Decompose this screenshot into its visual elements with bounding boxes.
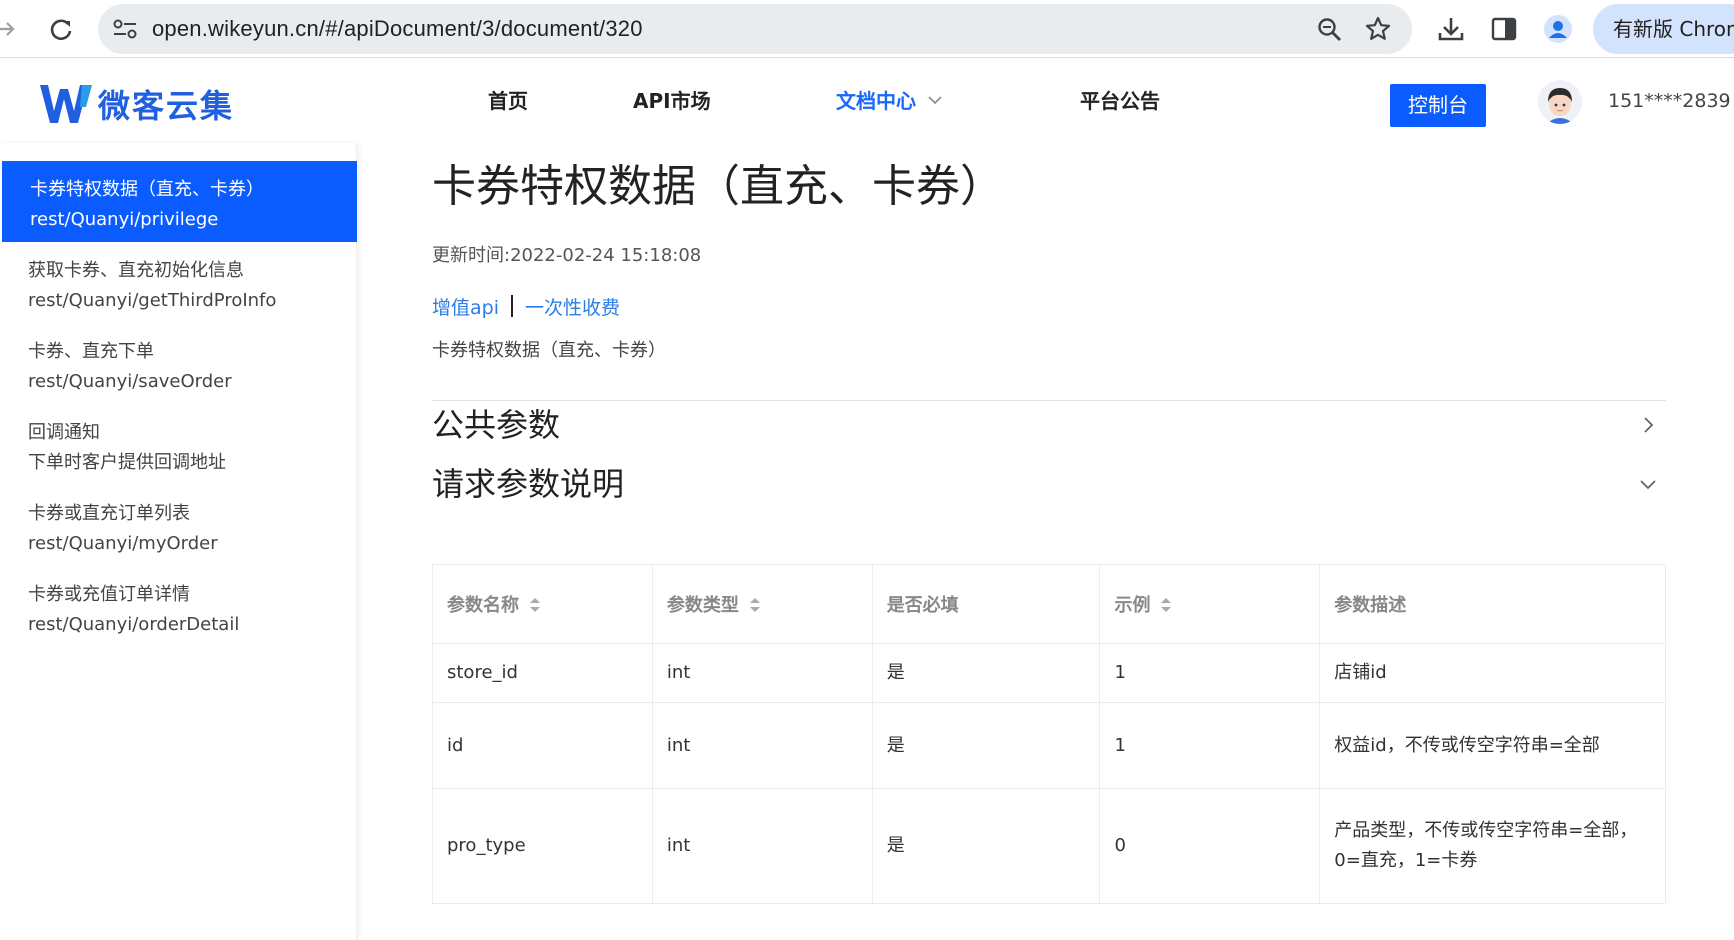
- update-time: 更新时间:2022-02-24 15:18:08: [432, 245, 702, 266]
- cell-description: 店铺id: [1319, 643, 1666, 703]
- table-row: store_id int 是 1 店铺id: [432, 643, 1666, 703]
- brand-logo[interactable]: 微客云集: [38, 81, 234, 127]
- site-settings-icon[interactable]: [112, 17, 138, 41]
- sidebar-item-title: 卡券或充值订单详情: [28, 584, 190, 605]
- column-header-required: 是否必填: [871, 564, 1101, 644]
- section-title: 请求参数说明: [432, 465, 625, 503]
- nav-docs-center[interactable]: 文档中心: [836, 59, 942, 143]
- sidebar-item-privilege[interactable]: 卡券特权数据（直充、卡券） rest/Quanyi/privilege: [2, 161, 357, 242]
- sidebar-item-my-order[interactable]: 卡券或直充订单列表 rest/Quanyi/myOrder: [0, 485, 357, 566]
- cell-param-type: int: [651, 788, 873, 904]
- table-header-row: 参数名称 参数类型 是否必填 示例 参数描述: [432, 564, 1666, 644]
- sidebar-item-subtitle: rest/Quanyi/getThirdProInfo: [28, 290, 277, 311]
- zoom-icon[interactable]: [1316, 16, 1344, 44]
- section-title: 公共参数: [432, 406, 561, 444]
- avatar[interactable]: [1538, 80, 1582, 124]
- sidebar-item-title: 回调通知: [28, 422, 100, 443]
- sort-icon[interactable]: [749, 596, 761, 614]
- cell-param-type: int: [651, 643, 873, 703]
- tag-divider: [510, 295, 513, 317]
- user-phone[interactable]: 151****2839: [1608, 59, 1731, 143]
- cell-example: 1: [1099, 702, 1321, 789]
- reload-icon[interactable]: [44, 12, 78, 46]
- request-params-table: 参数名称 参数类型 是否必填 示例 参数描述 store_id int 是 1 …: [432, 564, 1666, 904]
- sidebar-item-order-detail[interactable]: 卡券或充值订单详情 rest/Quanyi/orderDetail: [0, 566, 357, 647]
- column-header-label: 参数名称: [447, 595, 519, 616]
- column-header-example[interactable]: 示例: [1099, 564, 1321, 644]
- sidebar-item-subtitle: rest/Quanyi/privilege: [30, 209, 219, 230]
- sidebar-item-title: 获取卡券、直充初始化信息: [28, 260, 244, 281]
- cell-param-type: int: [651, 702, 873, 789]
- sort-icon[interactable]: [1160, 596, 1172, 614]
- nav-docs-label: 文档中心: [836, 89, 916, 113]
- sidebar: 卡券特权数据（直充、卡券） rest/Quanyi/privilege 获取卡券…: [0, 143, 357, 940]
- cell-description: 权益id，不传或传空字符串=全部: [1319, 702, 1666, 789]
- column-header-label: 示例: [1114, 595, 1151, 616]
- browser-toolbar: open.wikeyun.cn/#/apiDocument/3/document…: [0, 0, 1734, 58]
- chevron-right-icon: [1644, 417, 1654, 433]
- column-header-type[interactable]: 参数类型: [651, 564, 873, 644]
- site-header: 微客云集 首页 API市场 文档中心 平台公告 控制台 151****2839: [0, 59, 1734, 143]
- table-row: id int 是 1 权益id，不传或传空字符串=全部: [432, 702, 1666, 789]
- brand-name: 微客云集: [98, 87, 235, 125]
- sidebar-item-callback[interactable]: 回调通知 下单时客户提供回调地址: [0, 404, 357, 485]
- address-bar[interactable]: open.wikeyun.cn/#/apiDocument/3/document…: [98, 4, 1412, 54]
- tag-value-added-api[interactable]: 增值api: [432, 297, 499, 319]
- console-button[interactable]: 控制台: [1390, 84, 1486, 127]
- sidebar-item-save-order[interactable]: 卡券、直充下单 rest/Quanyi/saveOrder: [0, 323, 357, 404]
- profile-icon[interactable]: [1543, 14, 1573, 44]
- doc-tags: 增值api 一次性收费: [432, 293, 620, 323]
- chrome-update-button[interactable]: 有新版 Chrome: [1593, 4, 1734, 54]
- cell-description: 产品类型，不传或传空字符串=全部，0=直充，1=卡券: [1319, 788, 1666, 904]
- main-content: 卡券特权数据（直充、卡券） 更新时间:2022-02-24 15:18:08 增…: [357, 143, 1734, 940]
- sort-icon[interactable]: [529, 596, 541, 614]
- cell-param-name: pro_type: [432, 788, 653, 904]
- forward-icon[interactable]: [0, 14, 16, 44]
- section-request-params[interactable]: 请求参数说明: [432, 459, 1666, 509]
- sidebar-item-subtitle: rest/Quanyi/myOrder: [28, 533, 218, 554]
- sidebar-item-title: 卡券特权数据（直充、卡券）: [30, 179, 264, 200]
- url-text[interactable]: open.wikeyun.cn/#/apiDocument/3/document…: [152, 4, 643, 54]
- cell-example: 1: [1099, 643, 1321, 703]
- nav-home[interactable]: 首页: [488, 59, 528, 143]
- column-header-description: 参数描述: [1319, 564, 1666, 644]
- cell-required: 是: [871, 788, 1101, 904]
- cell-param-name: store_id: [432, 643, 653, 703]
- nav-api-market[interactable]: API市场: [633, 59, 711, 143]
- table-row: pro_type int 是 0 产品类型，不传或传空字符串=全部，0=直充，1…: [432, 788, 1666, 904]
- cell-required: 是: [871, 702, 1101, 789]
- page-title: 卡券特权数据（直充、卡券）: [432, 161, 1004, 212]
- sidebar-item-subtitle: rest/Quanyi/saveOrder: [28, 371, 232, 392]
- cell-example: 0: [1099, 788, 1321, 904]
- sidebar-item-title: 卡券、直充下单: [28, 341, 154, 362]
- bookmark-star-icon[interactable]: [1364, 15, 1392, 43]
- doc-description: 卡券特权数据（直充、卡券）: [432, 340, 666, 361]
- download-icon[interactable]: [1436, 14, 1466, 44]
- sidebar-item-subtitle: rest/Quanyi/orderDetail: [28, 614, 240, 635]
- sidebar-item-get-third-pro-info[interactable]: 获取卡券、直充初始化信息 rest/Quanyi/getThirdProInfo: [0, 242, 357, 323]
- column-header-name[interactable]: 参数名称: [432, 564, 653, 644]
- logo-mark-icon: [40, 85, 92, 123]
- tag-one-time-fee[interactable]: 一次性收费: [525, 297, 620, 319]
- nav-announcements[interactable]: 平台公告: [1080, 59, 1160, 143]
- section-public-params[interactable]: 公共参数: [432, 400, 1666, 450]
- cell-param-name: id: [432, 702, 653, 789]
- sidebar-item-title: 卡券或直充订单列表: [28, 503, 190, 524]
- side-panel-icon[interactable]: [1490, 15, 1518, 43]
- cell-required: 是: [871, 643, 1101, 703]
- column-header-label: 参数类型: [666, 595, 739, 616]
- chevron-down-icon: [928, 95, 942, 104]
- sidebar-item-subtitle: 下单时客户提供回调地址: [28, 452, 226, 473]
- chevron-down-icon: [1640, 480, 1656, 490]
